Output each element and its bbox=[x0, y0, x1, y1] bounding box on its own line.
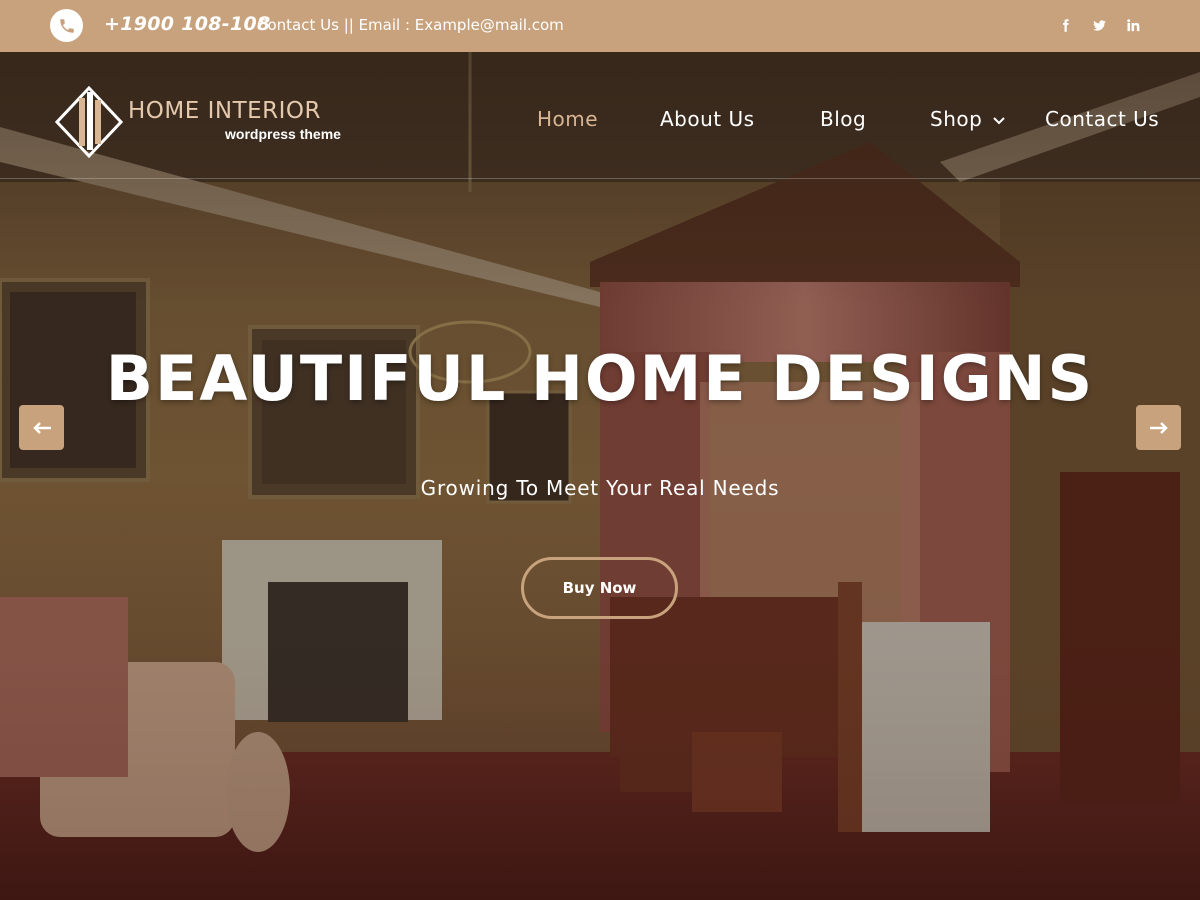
logo-diamond-icon bbox=[55, 86, 123, 158]
nav-home[interactable]: Home bbox=[537, 107, 598, 131]
linkedin-icon[interactable] bbox=[1123, 16, 1141, 34]
nav-contact-us[interactable]: Contact Us bbox=[1045, 107, 1159, 131]
logo-subtitle: wordpress theme bbox=[225, 126, 341, 142]
logo-title: HOME INTERIOR bbox=[128, 98, 322, 124]
hero-slider: HOME INTERIOR wordpress theme Home About… bbox=[0, 52, 1200, 900]
nav-divider bbox=[0, 178, 1200, 179]
hero-headline: BEAUTIFUL HOME DESIGNS bbox=[105, 342, 1095, 415]
site-logo[interactable]: HOME INTERIOR wordpress theme bbox=[55, 86, 355, 158]
contact-email-text[interactable]: Contact Us || Email : Example@mail.com bbox=[257, 16, 564, 34]
arrow-left-icon bbox=[32, 421, 51, 434]
top-bar: +1900 108-108 Contact Us || Email : Exam… bbox=[0, 0, 1200, 52]
slider-prev-button[interactable] bbox=[19, 405, 64, 450]
arrow-right-icon bbox=[1149, 421, 1168, 434]
nav-shop[interactable]: Shop bbox=[930, 107, 982, 131]
slider-next-button[interactable] bbox=[1136, 405, 1181, 450]
nav-blog[interactable]: Blog bbox=[820, 107, 866, 131]
twitter-icon[interactable] bbox=[1090, 16, 1108, 34]
hero-subheadline: Growing To Meet Your Real Needs bbox=[420, 476, 780, 500]
buy-now-button[interactable]: Buy Now bbox=[521, 557, 678, 619]
chevron-down-icon[interactable] bbox=[992, 116, 1006, 126]
phone-number[interactable]: +1900 108-108 bbox=[104, 13, 271, 35]
nav-about-us[interactable]: About Us bbox=[660, 107, 755, 131]
phone-icon bbox=[50, 9, 83, 42]
facebook-icon[interactable] bbox=[1056, 16, 1074, 34]
